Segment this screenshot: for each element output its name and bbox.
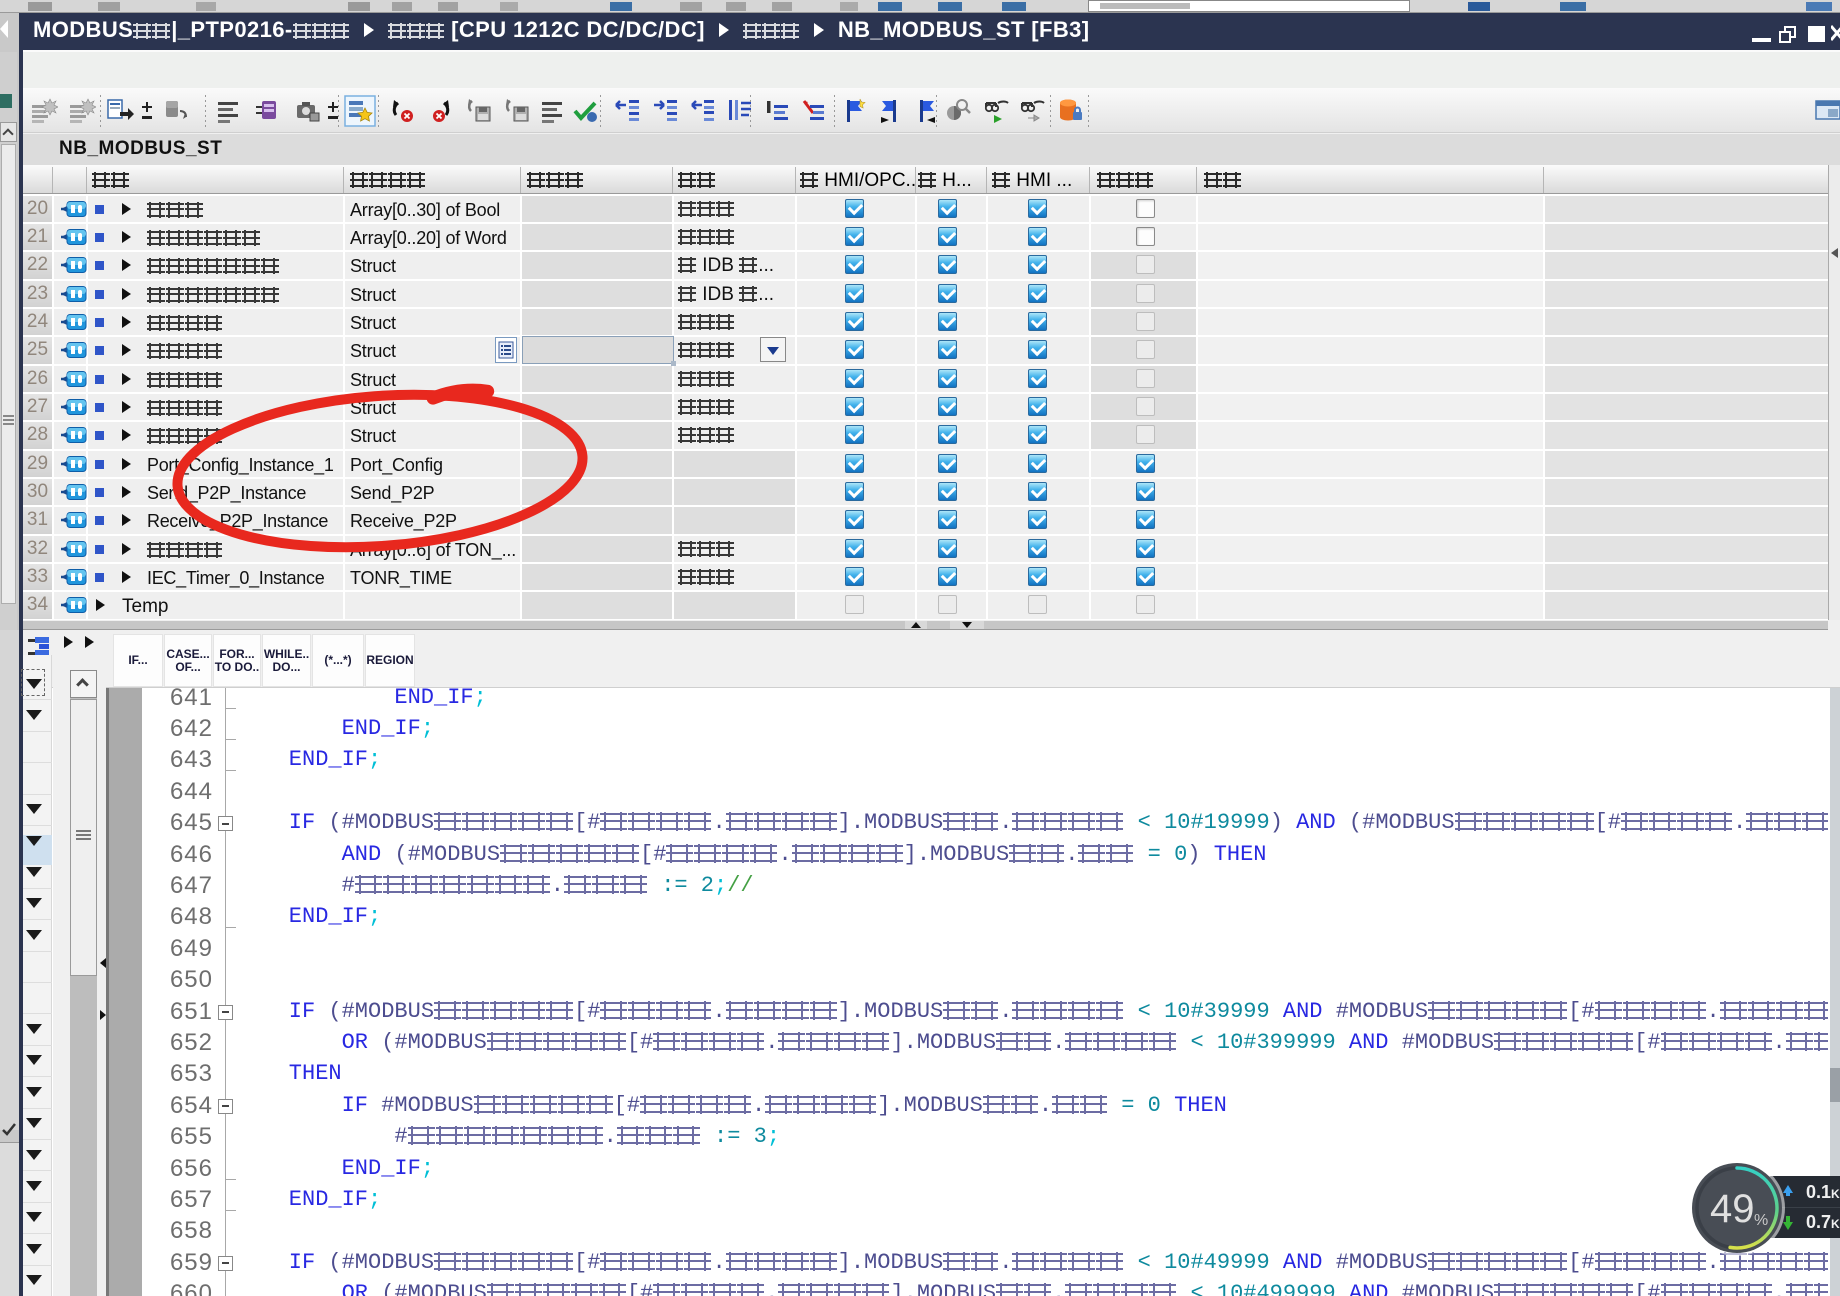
svg-text:%: % bbox=[1754, 1212, 1768, 1229]
svg-text:49: 49 bbox=[1710, 1187, 1755, 1231]
